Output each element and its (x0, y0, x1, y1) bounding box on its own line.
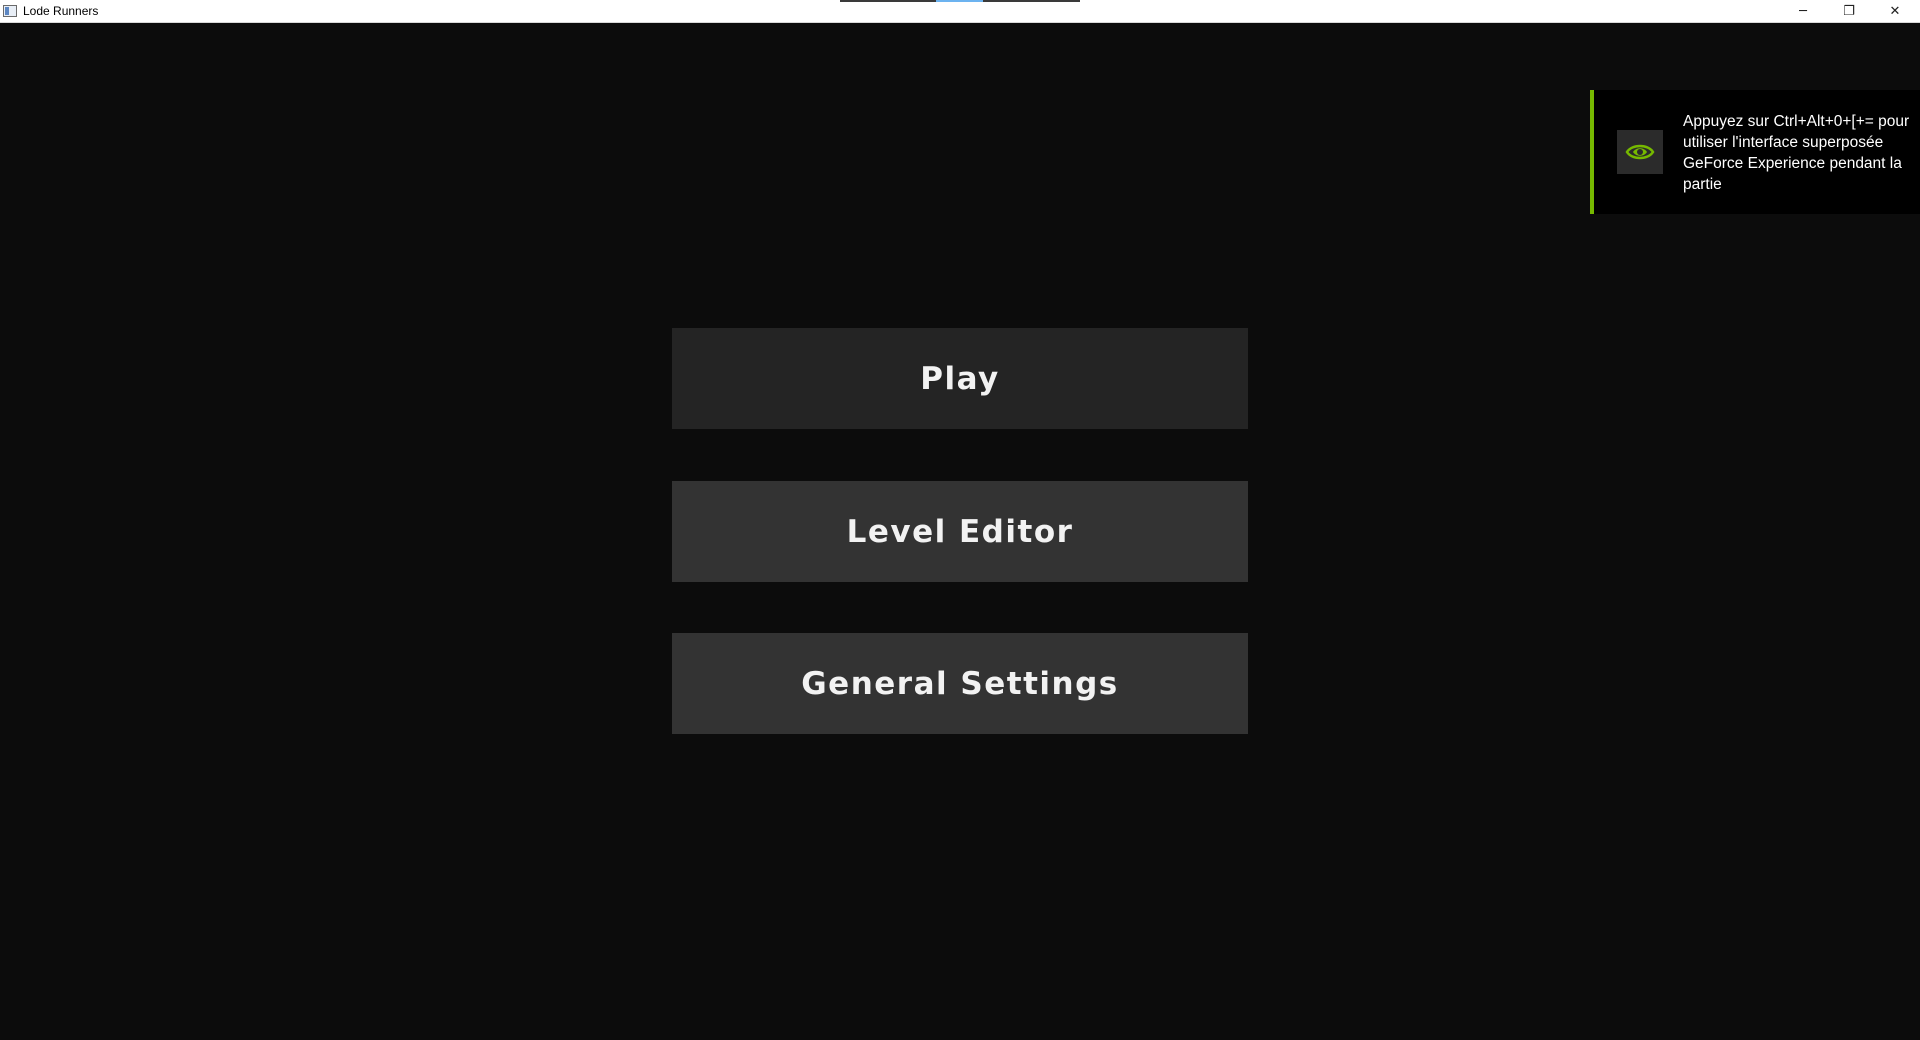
window-title: Lode Runners (23, 4, 99, 18)
general-settings-button[interactable]: General Settings (672, 633, 1248, 734)
play-button[interactable]: Play (672, 328, 1248, 429)
restore-button[interactable]: ❐ (1826, 0, 1872, 22)
title-bar: Lode Runners ─ ❐ ✕ (0, 0, 1920, 23)
minimize-button[interactable]: ─ (1780, 0, 1826, 22)
geforce-overlay-notification: Appuyez sur Ctrl+Alt+0+[+= pour utiliser… (1590, 90, 1920, 214)
close-button[interactable]: ✕ (1872, 0, 1918, 22)
drag-indicator-active (936, 0, 983, 2)
nvidia-eye-icon (1617, 130, 1663, 174)
notification-message: Appuyez sur Ctrl+Alt+0+[+= pour utiliser… (1683, 113, 1910, 193)
level-editor-button[interactable]: Level Editor (672, 481, 1248, 582)
app-window-icon (3, 5, 17, 17)
